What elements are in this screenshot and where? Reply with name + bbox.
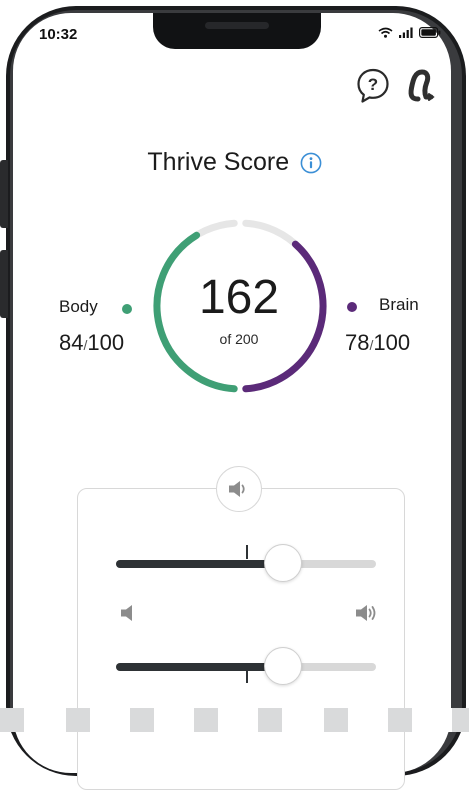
strip-dash [0, 708, 24, 732]
strip-dash [258, 708, 282, 732]
volume-low-icon [121, 605, 132, 621]
score-value: 162 [198, 271, 280, 324]
strip-dash [66, 708, 90, 732]
battery-icon [419, 27, 441, 38]
body-score: 84/100 [59, 330, 124, 356]
title-row: Thrive Score [0, 148, 469, 177]
balance-slider[interactable] [116, 647, 376, 685]
body-score-max: 100 [87, 330, 125, 355]
volume-high-icon [356, 605, 376, 621]
score-max-label: of 200 [219, 331, 259, 347]
status-icons [378, 27, 441, 38]
brain-legend-dot [347, 302, 357, 312]
volume-icon [229, 481, 245, 497]
strip-dash [452, 708, 469, 732]
volume-slider[interactable] [116, 544, 376, 582]
wifi-icon [378, 27, 393, 38]
body-label: Body [59, 297, 98, 316]
cellular-signal-icon [399, 27, 413, 38]
hearing-aid-icon[interactable] [398, 66, 440, 104]
side-button-volume [0, 250, 8, 318]
body-score-value: 84 [59, 330, 84, 355]
status-time: 10:32 [39, 26, 78, 43]
brain-score: 78/100 [345, 330, 410, 356]
bottom-dashed-strip [0, 708, 469, 732]
volume-slider-fill [116, 560, 283, 568]
body-legend-dot [122, 304, 132, 314]
help-bubble-icon[interactable]: ? [356, 68, 390, 104]
volume-badge[interactable] [216, 466, 262, 512]
volume-slider-tick [246, 545, 248, 559]
strip-dash [194, 708, 218, 732]
brain-score-max: 100 [373, 330, 411, 355]
sound-controls-card [77, 488, 405, 790]
strip-dash [324, 708, 348, 732]
balance-slider-fill [116, 663, 283, 671]
svg-text:?: ? [368, 75, 378, 94]
speaker-grille [205, 22, 269, 29]
strip-dash [388, 708, 412, 732]
strip-dash [130, 708, 154, 732]
page-title: Thrive Score [147, 148, 290, 176]
brain-score-value: 78 [345, 330, 370, 355]
brain-label: Brain [379, 295, 419, 314]
info-icon[interactable] [300, 152, 322, 174]
balance-slider-tick [246, 669, 248, 683]
notch [153, 13, 321, 49]
